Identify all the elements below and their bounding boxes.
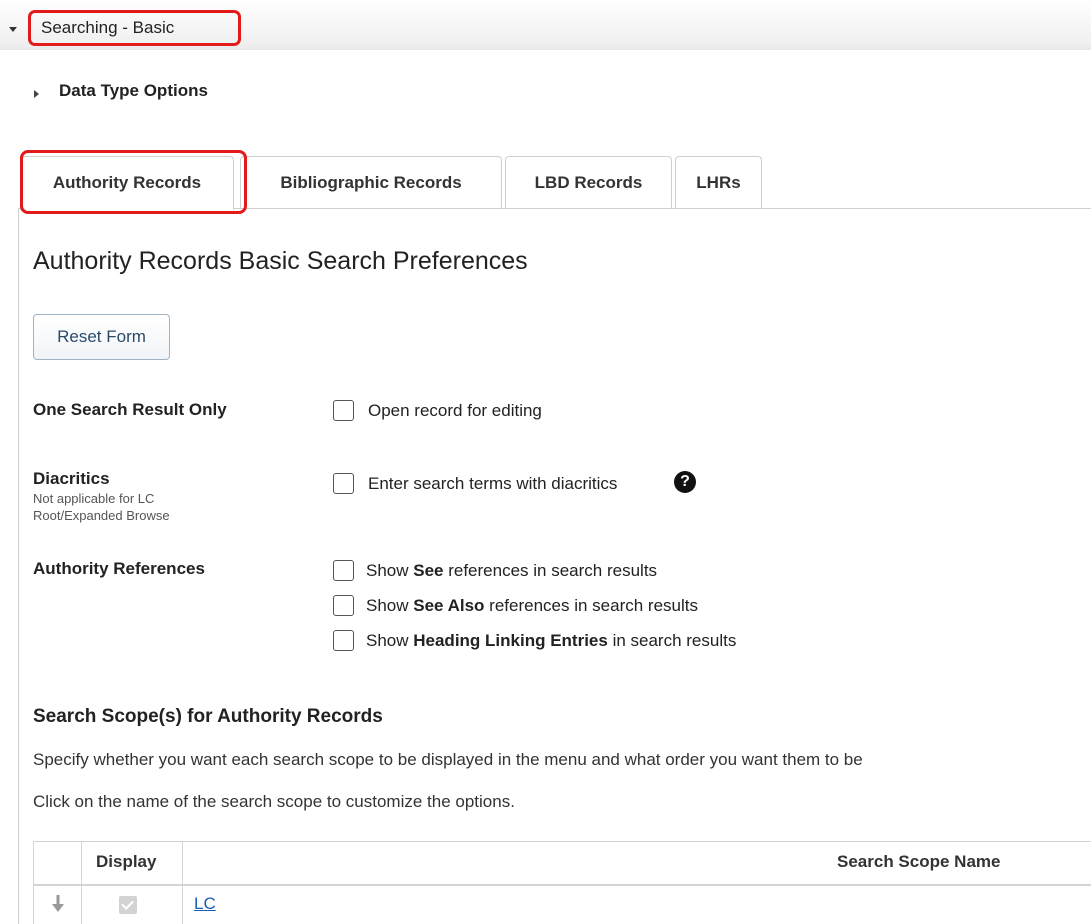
table-column-divider [81,841,82,924]
see-references-checkbox[interactable] [333,560,354,581]
table-left-border [33,841,34,924]
diacritics-text: Enter search terms with diacritics [368,474,618,493]
column-header-display[interactable]: Display [96,852,156,872]
open-record-text: Open record for editing [368,401,542,420]
authority-references-label: Authority References [33,559,205,578]
one-search-label: One Search Result Only [33,400,227,419]
tab-lbd-records[interactable]: LBD Records [505,156,672,208]
table-header-divider [33,884,1091,886]
question-circle-icon[interactable]: ? [674,471,696,493]
tab-authority-records[interactable]: Authority Records [20,156,234,210]
search-scope-heading: Search Scope(s) for Authority Records [33,706,383,727]
data-type-options-label: Data Type Options [59,81,208,100]
reset-form-button[interactable]: Reset Form [33,314,170,360]
expand-caret-icon [34,90,39,98]
tab-bibliographic-records[interactable]: Bibliographic Records [240,156,502,208]
diacritics-checkbox[interactable] [333,473,354,494]
table-top-border [33,841,1091,842]
table-column-divider [182,841,183,924]
collapse-caret-icon[interactable] [9,27,17,32]
heading-linking-entries-checkbox[interactable] [333,630,354,651]
scope-instructions: Specify whether you want each search sco… [33,750,863,769]
tab-lhrs[interactable]: LHRs [675,156,762,208]
scope-link-lc[interactable]: LC [194,894,216,914]
heading-linking-entries-text: Show Heading Linking Entries in search r… [366,631,737,650]
open-record-checkbox[interactable] [333,400,354,421]
diacritics-label: Diacritics [33,469,110,488]
see-references-text: Show See references in search results [366,561,658,580]
see-also-references-text: Show See Also references in search resul… [366,596,698,615]
section-title[interactable]: Searching - Basic [28,10,241,46]
move-down-icon[interactable] [50,893,66,915]
column-header-search-scope-name[interactable]: Search Scope Name [837,852,1000,872]
panel-border [18,208,19,924]
display-checkbox[interactable] [119,896,137,914]
page-title: Authority Records Basic Search Preferenc… [33,247,528,275]
diacritics-note: Not applicable for LC Root/Expanded Brow… [33,491,170,523]
scope-customize-note: Click on the name of the search scope to… [33,792,515,811]
see-also-references-checkbox[interactable] [333,595,354,616]
